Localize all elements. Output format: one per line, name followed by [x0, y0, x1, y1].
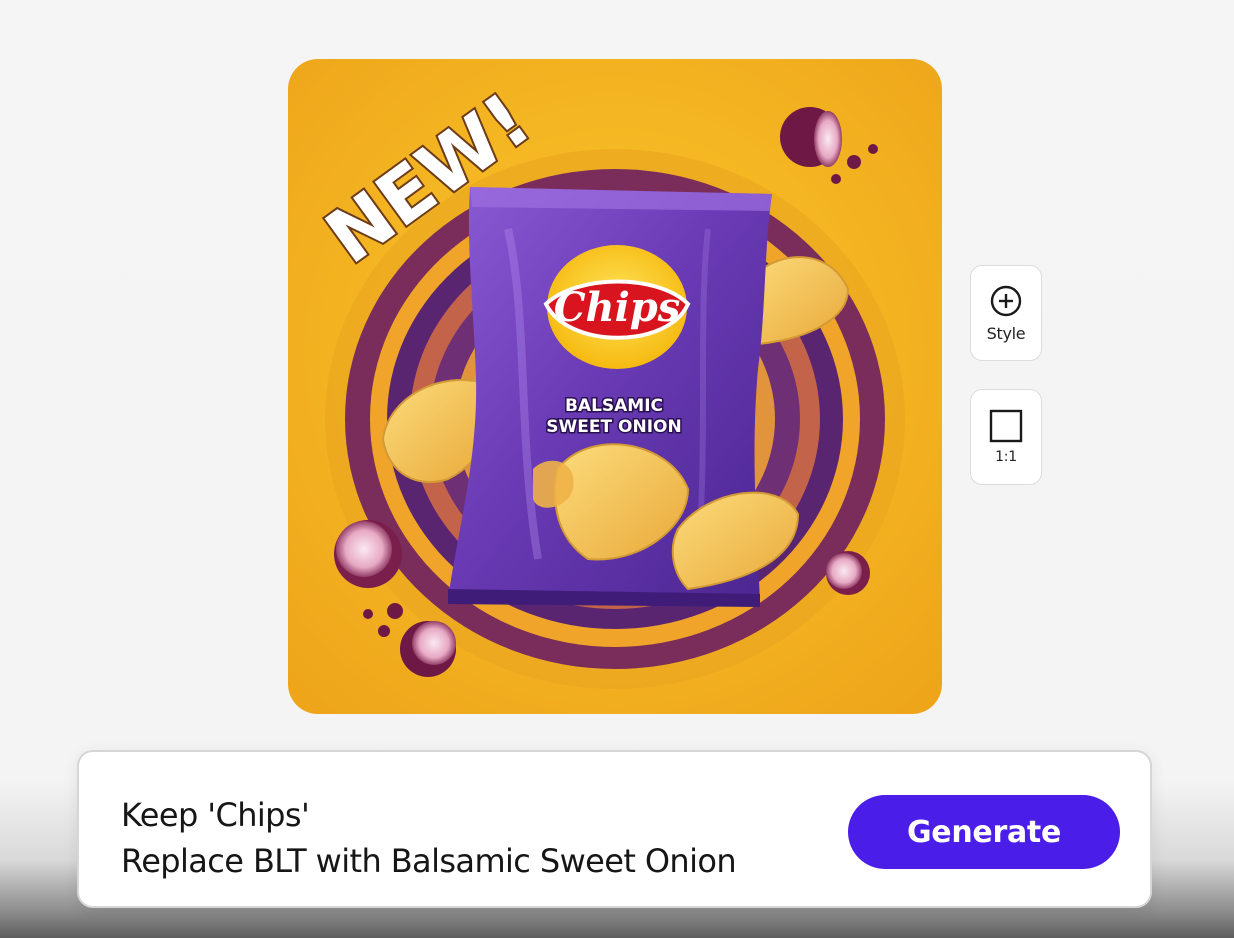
generated-image: NEW! Chips BALSAMIC SWEET ONION: [288, 59, 942, 714]
onion-right: [826, 551, 870, 595]
flavor-line-2: SWEET ONION: [546, 417, 681, 437]
prompt-line-2: Replace BLT with Balsamic Sweet Onion: [121, 842, 737, 880]
prompt-panel: Keep 'Chips' Replace BLT with Balsamic S…: [77, 750, 1152, 908]
prompt-line-1: Keep 'Chips': [121, 796, 310, 834]
square-icon: [989, 409, 1023, 443]
bag-brand-text: Chips: [554, 284, 681, 331]
prompt-input[interactable]: Keep 'Chips' Replace BLT with Balsamic S…: [121, 792, 821, 884]
aspect-ratio-label: 1:1: [995, 449, 1017, 465]
flavor-line-1: BALSAMIC: [565, 396, 663, 416]
generate-button[interactable]: Generate: [848, 795, 1120, 869]
aspect-ratio-button[interactable]: 1:1: [970, 389, 1042, 485]
style-button[interactable]: Style: [970, 265, 1042, 361]
plus-circle-icon: [989, 284, 1023, 318]
onion-bottom: [400, 621, 456, 677]
style-button-label: Style: [986, 323, 1026, 343]
